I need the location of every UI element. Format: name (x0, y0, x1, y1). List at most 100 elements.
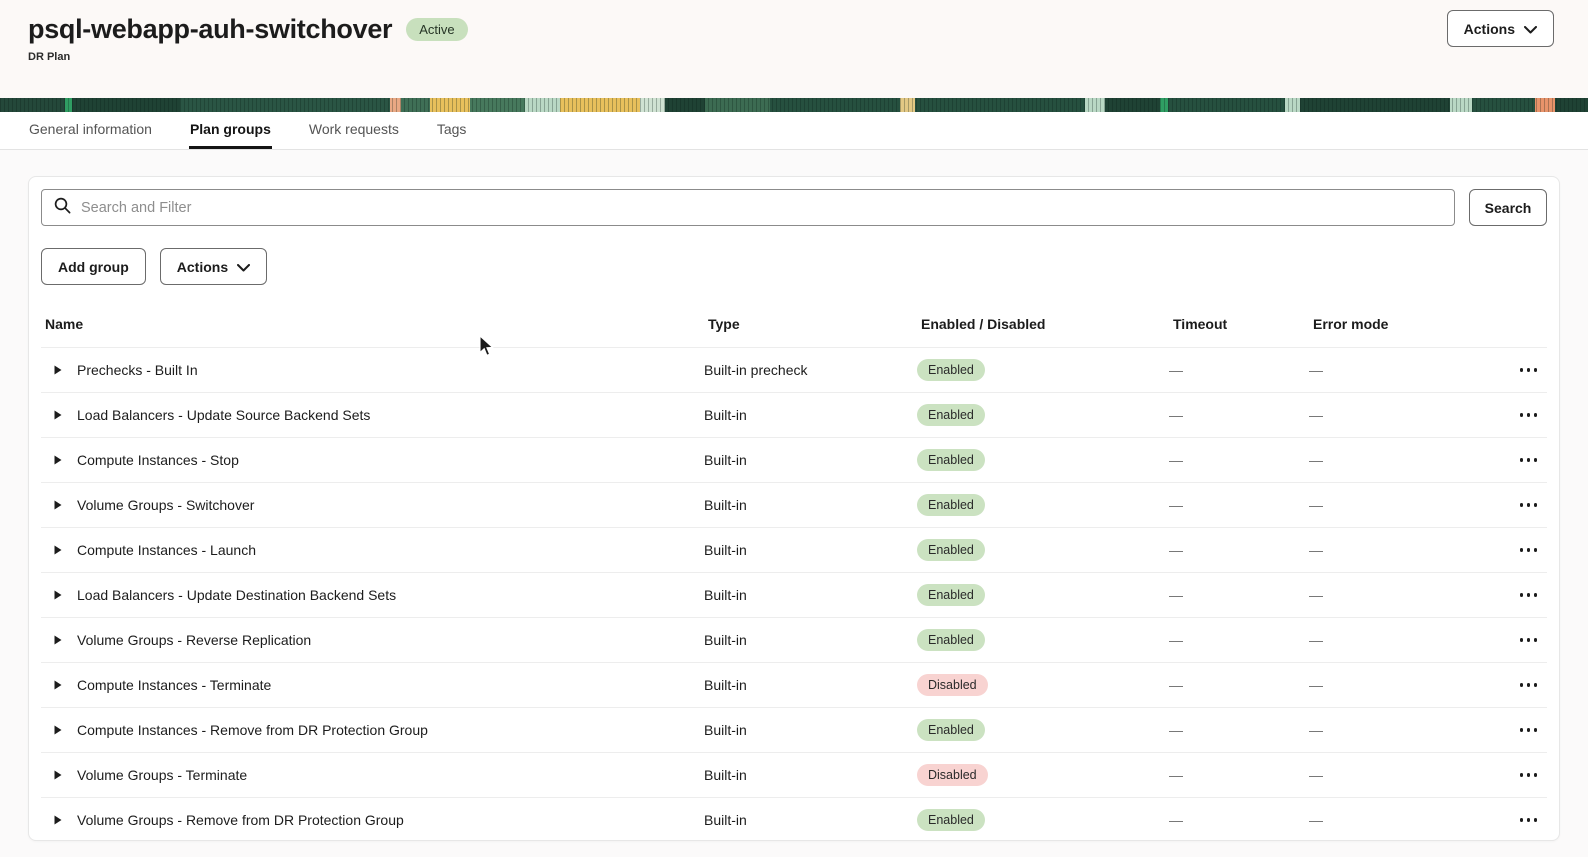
timeout-value: — (1169, 677, 1183, 693)
table-row: Compute Instances - Launch Built-in Enab… (41, 527, 1547, 572)
plan-group-name: Compute Instances - Terminate (77, 677, 272, 693)
column-header-name: Name (45, 316, 84, 332)
table-row: Compute Instances - Stop Built-in Enable… (41, 437, 1547, 482)
page-title: psql-webapp-auh-switchover (28, 14, 393, 44)
timeout-value: — (1169, 542, 1183, 558)
add-group-button[interactable]: Add group (41, 248, 146, 285)
row-expand-icon[interactable] (51, 768, 65, 782)
error-mode-value: — (1309, 812, 1323, 828)
error-mode-value: — (1309, 767, 1323, 783)
error-mode-value: — (1309, 452, 1323, 468)
resource-type-label: DR Plan (28, 51, 71, 63)
plan-group-name: Compute Instances - Launch (77, 542, 256, 558)
column-header-timeout: Timeout (1173, 316, 1228, 332)
enabled-disabled-badge: Enabled (917, 539, 985, 561)
row-expand-icon[interactable] (51, 498, 65, 512)
row-actions-menu-icon[interactable] (1519, 413, 1548, 417)
row-actions-menu-icon[interactable] (1519, 458, 1548, 462)
plan-group-type: Built-in (704, 722, 747, 738)
row-actions-menu-icon[interactable] (1519, 368, 1548, 372)
row-expand-icon[interactable] (51, 588, 65, 602)
plan-group-name: Volume Groups - Terminate (77, 767, 248, 783)
table-row: Compute Instances - Terminate Built-in D… (41, 662, 1547, 707)
plan-group-type: Built-in (704, 587, 747, 603)
plan-group-type: Built-in (704, 677, 747, 693)
table-header-row: Name Type Enabled / Disabled Timeout Err… (41, 301, 1547, 347)
table-row: Prechecks - Built In Built-in precheck E… (41, 347, 1547, 392)
timeout-value: — (1169, 767, 1183, 783)
plan-group-name: Volume Groups - Reverse Replication (77, 632, 312, 648)
row-expand-icon[interactable] (51, 543, 65, 557)
header-actions-label: Actions (1463, 20, 1515, 37)
plan-groups-table: Name Type Enabled / Disabled Timeout Err… (41, 301, 1548, 840)
enabled-disabled-badge: Enabled (917, 404, 985, 426)
row-actions-menu-icon[interactable] (1519, 593, 1548, 597)
search-icon (54, 197, 71, 219)
row-expand-icon[interactable] (51, 813, 65, 827)
timeout-value: — (1169, 632, 1183, 648)
tab-work-requests[interactable]: Work requests (308, 112, 400, 149)
timeout-value: — (1169, 452, 1183, 468)
plan-groups-card: Search Add group Actions Name Type Enabl… (28, 176, 1560, 841)
row-expand-icon[interactable] (51, 363, 65, 377)
table-row: Compute Instances - Remove from DR Prote… (41, 707, 1547, 752)
status-badge: Active (406, 18, 468, 41)
table-row: Load Balancers - Update Destination Back… (41, 572, 1547, 617)
enabled-disabled-badge: Enabled (917, 449, 985, 471)
tab-tags[interactable]: Tags (436, 112, 468, 149)
table-actions-button[interactable]: Actions (159, 248, 268, 285)
column-header-error-mode: Error mode (1313, 316, 1389, 332)
row-actions-menu-icon[interactable] (1519, 728, 1548, 732)
table-row: Volume Groups - Reverse Replication Buil… (41, 617, 1547, 662)
row-actions-menu-icon[interactable] (1519, 773, 1548, 777)
timeout-value: — (1169, 362, 1183, 378)
table-body: Prechecks - Built In Built-in precheck E… (41, 347, 1548, 840)
enabled-disabled-badge: Enabled (917, 719, 985, 741)
chevron-down-icon (1524, 21, 1537, 37)
row-actions-menu-icon[interactable] (1519, 638, 1548, 642)
enabled-disabled-badge: Disabled (917, 674, 988, 696)
tab-general-information[interactable]: General information (28, 112, 153, 149)
column-header-type: Type (708, 316, 740, 332)
enabled-disabled-badge: Disabled (917, 764, 988, 786)
enabled-disabled-badge: Enabled (917, 359, 985, 381)
error-mode-value: — (1309, 722, 1323, 738)
error-mode-value: — (1309, 587, 1323, 603)
plan-group-type: Built-in (704, 767, 747, 783)
row-actions-menu-icon[interactable] (1519, 503, 1548, 507)
row-actions-menu-icon[interactable] (1519, 548, 1548, 552)
row-expand-icon[interactable] (51, 408, 65, 422)
search-input[interactable] (81, 199, 1442, 216)
row-actions-menu-icon[interactable] (1519, 683, 1548, 687)
chevron-down-icon (237, 259, 251, 275)
enabled-disabled-badge: Enabled (917, 629, 985, 651)
tab-plan-groups[interactable]: Plan groups (188, 112, 272, 149)
decorative-banner (0, 98, 1588, 112)
error-mode-value: — (1309, 497, 1323, 513)
error-mode-value: — (1309, 362, 1323, 378)
header-actions-button[interactable]: Actions (1446, 10, 1554, 47)
timeout-value: — (1169, 497, 1183, 513)
row-expand-icon[interactable] (51, 723, 65, 737)
plan-group-type: Built-in (704, 812, 747, 828)
timeout-value: — (1169, 722, 1183, 738)
search-button[interactable]: Search (1469, 189, 1547, 226)
enabled-disabled-badge: Enabled (917, 494, 985, 516)
row-actions-menu-icon[interactable] (1519, 818, 1548, 822)
plan-group-type: Built-in (704, 632, 747, 648)
enabled-disabled-badge: Enabled (917, 809, 985, 831)
main-content: Search Add group Actions Name Type Enabl… (0, 150, 1588, 841)
row-expand-icon[interactable] (51, 453, 65, 467)
plan-group-name: Load Balancers - Update Destination Back… (77, 587, 397, 603)
table-actions-label: Actions (176, 258, 229, 275)
timeout-value: — (1169, 812, 1183, 828)
page-header: psql-webapp-auh-switchover Active DR Pla… (0, 0, 1588, 98)
plan-group-name: Load Balancers - Update Source Backend S… (77, 407, 371, 423)
row-expand-icon[interactable] (51, 678, 65, 692)
plan-group-name: Volume Groups - Remove from DR Protectio… (77, 812, 404, 828)
row-expand-icon[interactable] (51, 633, 65, 647)
search-box (41, 189, 1455, 226)
plan-group-type: Built-in (704, 407, 747, 423)
error-mode-value: — (1309, 407, 1323, 423)
plan-group-name: Compute Instances - Stop (77, 452, 239, 468)
